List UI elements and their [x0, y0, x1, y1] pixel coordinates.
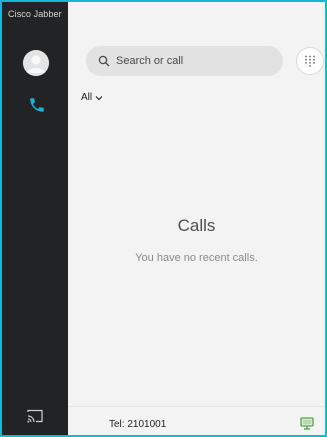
- avatar[interactable]: [23, 50, 49, 76]
- dialpad-button[interactable]: [296, 47, 324, 75]
- sidebar: Cisco Jabber: [2, 2, 68, 435]
- avatar-icon: [23, 50, 49, 76]
- dialpad-icon: [305, 55, 315, 67]
- search-icon: [98, 55, 110, 67]
- status-bar: Tel: 2101001: [68, 406, 325, 435]
- empty-state-title: Calls: [177, 216, 216, 235]
- filter-dropdown[interactable]: All: [81, 92, 103, 103]
- screen-cast-icon: [27, 409, 43, 423]
- app-title: Cisco Jabber: [8, 9, 62, 19]
- search-placeholder: Search or call: [116, 55, 184, 67]
- phone-icon: [30, 98, 44, 112]
- tel-number-label[interactable]: Tel: 2101001: [109, 419, 166, 430]
- screen-cast-button[interactable]: [26, 408, 44, 424]
- nav-calls-button[interactable]: [28, 96, 46, 114]
- empty-state-message: You have no recent calls.: [135, 252, 258, 264]
- calls-pane: Search or call All Calls You have no rec…: [68, 2, 325, 435]
- chevron-down-icon: [95, 95, 103, 100]
- search-input[interactable]: Search or call: [86, 46, 283, 76]
- desktop-monitor-icon: [300, 417, 314, 430]
- filter-label: All: [81, 92, 93, 103]
- device-selector-button[interactable]: [300, 417, 314, 430]
- jabber-window: Cisco Jabber Search or call All Calls Yo…: [0, 0, 327, 437]
